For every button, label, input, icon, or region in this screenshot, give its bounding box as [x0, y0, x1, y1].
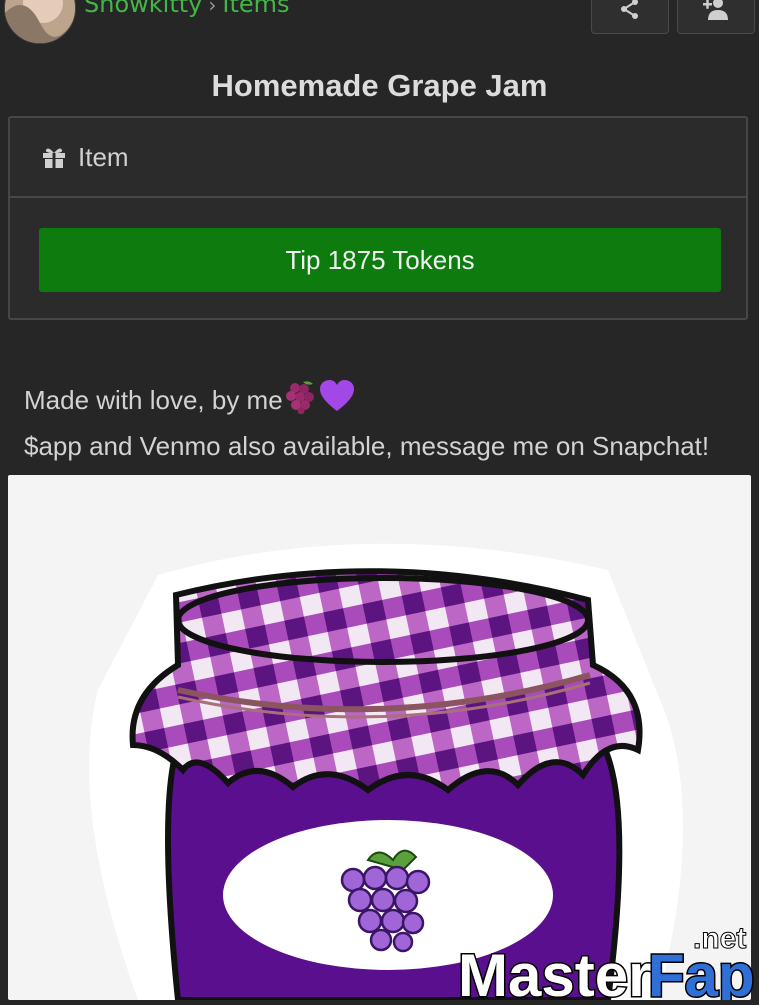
item-type-label: Item — [78, 141, 129, 172]
item-description: Made with love, by me $app and Venmo als… — [24, 378, 709, 467]
grapes-icon — [283, 378, 319, 426]
item-type-row: Item — [10, 118, 746, 198]
top-bar: Snowkitty › Items — [0, 0, 759, 60]
svg-text:Master: Master — [458, 942, 651, 1000]
breadcrumb-separator: › — [208, 0, 217, 17]
watermark-logo: .net Master Fap — [456, 922, 759, 1005]
gift-icon — [42, 146, 66, 168]
svg-text:Fap: Fap — [648, 942, 755, 1000]
description-line-1: Made with love, by me — [24, 378, 709, 426]
item-card: Item Tip 1875 Tokens — [8, 116, 748, 320]
description-text-1: Made with love, by me — [24, 384, 283, 415]
share-icon — [619, 0, 641, 25]
page-title: Homemade Grape Jam — [211, 68, 548, 103]
add-user-icon — [703, 0, 729, 25]
purple-heart-icon — [319, 378, 355, 426]
breadcrumb: Snowkitty › Items — [84, 0, 290, 18]
breadcrumb-user-link[interactable]: Snowkitty — [84, 0, 202, 18]
share-button[interactable] — [591, 0, 669, 34]
description-line-2: $app and Venmo also available, message m… — [24, 431, 710, 461]
follow-button[interactable] — [677, 0, 755, 34]
avatar[interactable] — [4, 0, 76, 44]
tip-button[interactable]: Tip 1875 Tokens — [39, 228, 721, 292]
breadcrumb-items-link[interactable]: Items — [222, 0, 289, 18]
